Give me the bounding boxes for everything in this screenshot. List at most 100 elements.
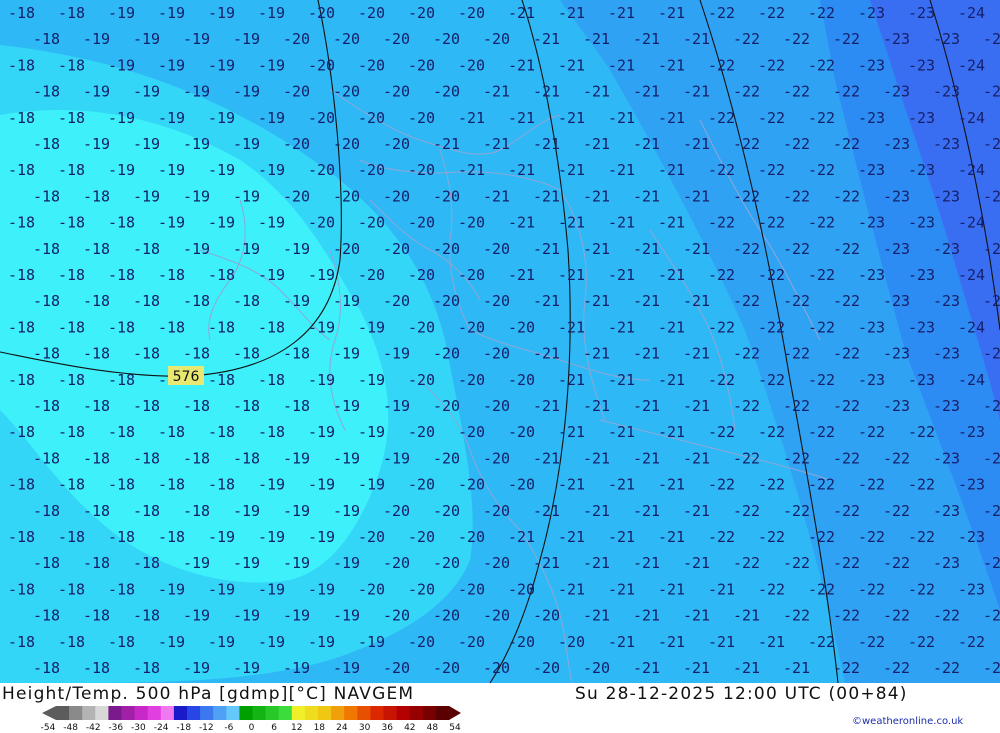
temperature-label: -19 [208,56,235,74]
temperature-label: -18 [83,240,110,258]
temperature-label: -18 [283,345,310,363]
temperature-label: -24 [958,266,985,284]
temperature-label: -19 [383,397,410,415]
temperature-label: -22 [908,476,935,494]
temperature-label: -20 [558,633,585,651]
temperature-label: -21 [683,607,710,625]
legend-swatch [134,706,149,720]
temperature-label: -22 [908,580,935,598]
temperature-label: -21 [733,607,760,625]
temperature-label: -21 [683,659,710,677]
temperature-label: -19 [283,659,310,677]
temperature-label: -21 [658,633,685,651]
temperature-label: -21 [783,659,810,677]
temperature-label: -22 [833,292,860,310]
temperature-label: -19 [358,423,385,441]
legend-tick-label: -42 [86,723,101,733]
temperature-label: -21 [583,30,610,48]
temperature-label: -19 [133,187,160,205]
temperature-label: -18 [8,56,35,74]
temperature-label: -21 [758,633,785,651]
temperature-label: -19 [308,476,335,494]
temperature-label: -21 [608,476,635,494]
temperature-label: -18 [233,397,260,415]
temperature-label: -18 [33,135,60,153]
temperature-label: -18 [33,83,60,101]
temperature-label: -19 [158,161,185,179]
temperature-label: -23 [908,161,935,179]
temperature-label: -18 [58,56,85,74]
temperature-label: -19 [158,580,185,598]
temperature-label: -18 [33,30,60,48]
temperature-label: -20 [408,476,435,494]
temperature-label: -22 [858,633,885,651]
temperature-label: -19 [333,502,360,520]
temperature-label: -18 [58,214,85,232]
temperature-label: -19 [258,633,285,651]
temperature-label: -24 [983,240,1000,258]
temperature-label: -21 [508,528,535,546]
temperature-label: -21 [658,266,685,284]
temperature-label: -21 [683,554,710,572]
temperature-label: -19 [83,30,110,48]
legend-swatch [121,706,136,720]
temperature-label: -22 [783,83,810,101]
temperature-label: -21 [533,135,560,153]
temperature-label: -18 [108,633,135,651]
temperature-label: -19 [283,502,310,520]
legend-tick-label: -36 [108,723,123,733]
valid-datetime: Su 28-12-2025 12:00 UTC (00+84) [575,684,908,704]
temperature-label: -18 [208,476,235,494]
temperature-label: -23 [958,528,985,546]
temperature-label: -22 [708,318,735,336]
temperature-label: -23 [958,580,985,598]
temperature-label: -22 [808,528,835,546]
legend-tick-label: 0 [249,723,255,733]
temperature-label: -18 [183,449,210,467]
temperature-label: -22 [708,109,735,127]
temperature-label: -18 [283,397,310,415]
temperature-label: -19 [208,633,235,651]
temperature-label: -21 [658,214,685,232]
temperature-label: -18 [8,109,35,127]
temperature-label: -18 [8,4,35,22]
temperature-label: -22 [833,345,860,363]
legend-tick-label: -12 [199,723,214,733]
temperature-label: -23 [983,502,1000,520]
temperature-label: -21 [633,659,660,677]
temperature-label: -23 [858,109,885,127]
credit-link[interactable]: ©weatheronline.co.uk [852,716,963,727]
temperature-label: -21 [583,345,610,363]
legend-swatch [108,706,123,720]
temperature-label: -22 [733,502,760,520]
legend-tick-label: -24 [154,723,169,733]
temperature-label: -20 [358,528,385,546]
temperature-label: -21 [683,397,710,415]
temperature-label: -19 [233,607,260,625]
temperature-label: -18 [133,659,160,677]
temperature-label: -19 [108,109,135,127]
temperature-label: -19 [183,30,210,48]
temperature-label: -21 [558,371,585,389]
temperature-label: -19 [383,449,410,467]
temperature-label: -22 [983,659,1000,677]
temperature-label: -19 [308,423,335,441]
temperature-label: -21 [533,449,560,467]
temperature-label: -20 [383,607,410,625]
temperature-label: -21 [633,397,660,415]
temperature-label: -21 [658,423,685,441]
temperature-label: -21 [633,345,660,363]
temperature-label: -18 [58,580,85,598]
temperature-label: -18 [233,449,260,467]
temperature-label: -19 [308,266,335,284]
temperature-label: -21 [533,240,560,258]
temperature-label: -18 [33,449,60,467]
temperature-label: -21 [608,161,635,179]
temperature-label: -18 [133,554,160,572]
temperature-label: -22 [733,187,760,205]
temperature-label: -20 [483,502,510,520]
temperature-label: -19 [183,135,210,153]
temperature-label: -18 [83,292,110,310]
temperature-label: -19 [258,4,285,22]
temperature-label: -20 [483,449,510,467]
